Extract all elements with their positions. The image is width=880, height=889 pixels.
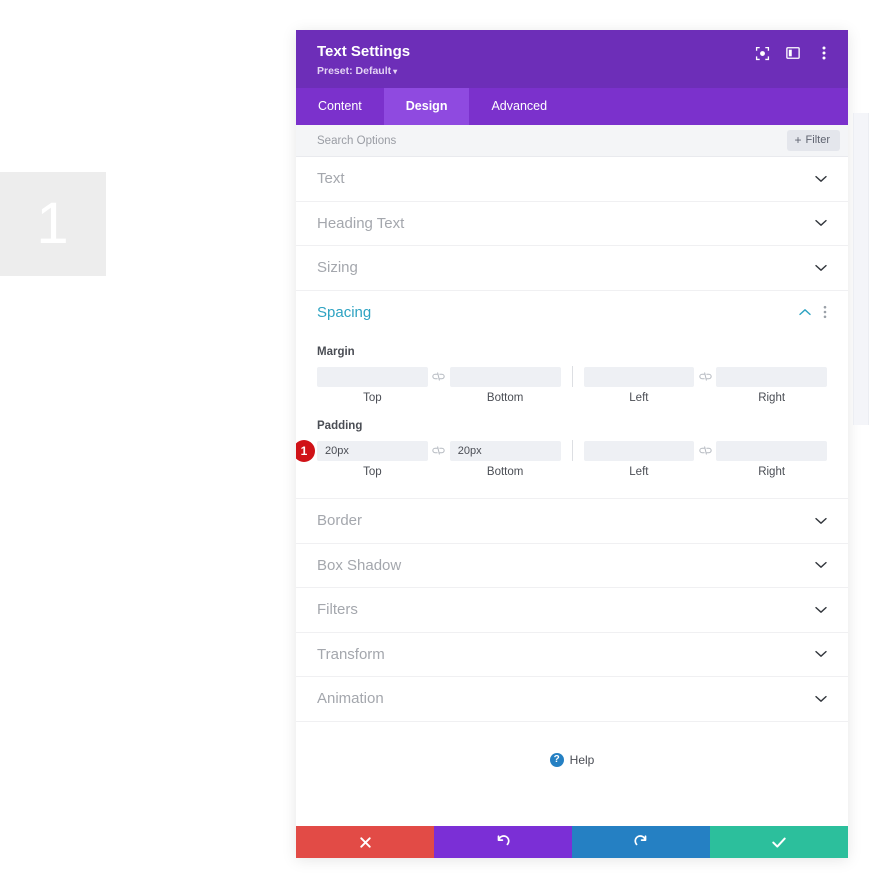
- link-icon[interactable]: [428, 371, 450, 382]
- text-settings-panel: Text Settings Preset: Default ▾ Content …: [296, 30, 848, 858]
- sidebar-section-sizing[interactable]: Sizing: [296, 246, 848, 291]
- close-icon: [359, 836, 371, 848]
- link-icon[interactable]: [428, 445, 450, 456]
- spacing-header-actions: [799, 305, 827, 319]
- section-label: Heading Text: [317, 214, 405, 232]
- margin-label: Margin: [317, 346, 355, 358]
- chevron-up-icon[interactable]: [799, 308, 811, 316]
- redo-button[interactable]: [572, 826, 710, 858]
- chevron-down-icon: [815, 695, 827, 703]
- section-label: Spacing: [317, 303, 372, 321]
- page-step-number: 1: [36, 191, 70, 256]
- section-label: Transform: [317, 645, 385, 663]
- margin-bottom-input[interactable]: [449, 366, 561, 387]
- panel-scrollbar[interactable]: [853, 113, 869, 425]
- sidebar-section-spacing: Spacing Margin Top Bottom Left Right Pad…: [296, 291, 848, 499]
- panel-header-actions: [754, 45, 832, 61]
- filter-button[interactable]: + Filter: [786, 130, 840, 151]
- layout-toggle-icon[interactable]: [785, 45, 801, 61]
- margin-field-group: [317, 366, 827, 387]
- filter-button-label: Filter: [805, 134, 830, 146]
- margin-vertical-group: [317, 366, 561, 387]
- undo-button[interactable]: [434, 826, 572, 858]
- link-icon[interactable]: [694, 371, 716, 382]
- tab-advanced[interactable]: Advanced: [469, 88, 569, 125]
- redo-icon: [634, 835, 648, 849]
- sidebar-section-transform[interactable]: Transform: [296, 633, 848, 677]
- help-row[interactable]: ? Help: [296, 722, 848, 767]
- panel-title: Text Settings: [317, 43, 411, 60]
- margin-top-caption: Top: [363, 392, 382, 404]
- panel-footer: [296, 826, 848, 858]
- padding-vertical-group: [317, 440, 561, 461]
- sidebar-section-box-shadow[interactable]: Box Shadow: [296, 544, 848, 588]
- chevron-down-icon: [815, 219, 827, 227]
- section-label: Filters: [317, 601, 358, 619]
- margin-bottom-caption: Bottom: [486, 392, 524, 404]
- margin-horizontal-group: [583, 366, 827, 387]
- plus-icon: +: [794, 133, 802, 147]
- preset-label: Preset: Default: [317, 65, 392, 77]
- focus-mode-icon[interactable]: [754, 45, 770, 61]
- padding-bottom-input[interactable]: [449, 440, 561, 461]
- spacing-section-header[interactable]: Spacing: [296, 291, 848, 335]
- chevron-down-icon: [815, 175, 827, 183]
- padding-label: Padding: [317, 420, 363, 432]
- sidebar-section-filters[interactable]: Filters: [296, 588, 848, 633]
- section-label: Sizing: [317, 259, 358, 277]
- check-icon: [772, 837, 786, 848]
- link-icon[interactable]: [694, 445, 716, 456]
- chevron-down-icon: [815, 606, 827, 614]
- margin-top-input[interactable]: [317, 366, 428, 387]
- panel-tabs: Content Design Advanced: [296, 88, 848, 125]
- margin-right-input[interactable]: [716, 366, 827, 387]
- chevron-down-icon: [815, 517, 827, 525]
- section-label: Box Shadow: [317, 556, 402, 574]
- chevron-down-icon: ▾: [393, 67, 398, 76]
- more-options-icon[interactable]: [816, 45, 832, 61]
- sidebar-section-text[interactable]: Text: [296, 157, 848, 202]
- page-step-marker: 1: [0, 172, 106, 276]
- padding-field-group: 1: [296, 440, 827, 462]
- panel-body: Text Heading Text Sizing Spacing Margin …: [296, 157, 848, 826]
- margin-left-caption: Left: [629, 392, 649, 404]
- spacing-section-content: Margin Top Bottom Left Right Padding 1 2…: [296, 334, 848, 498]
- section-label: Border: [317, 512, 363, 530]
- panel-header: Text Settings Preset: Default ▾: [296, 30, 848, 88]
- preset-selector[interactable]: Preset: Default ▾: [317, 65, 827, 78]
- tab-content[interactable]: Content: [296, 88, 384, 125]
- margin-right-caption: Right: [758, 392, 786, 404]
- chevron-down-icon: [815, 264, 827, 272]
- padding-captions: Top Bottom Left Right: [317, 465, 827, 480]
- section-label: Text: [317, 170, 345, 188]
- undo-icon: [496, 835, 510, 849]
- chevron-down-icon: [815, 650, 827, 658]
- chevron-down-icon: [815, 561, 827, 569]
- sidebar-section-heading-text[interactable]: Heading Text: [296, 202, 848, 246]
- padding-left-caption: Left: [629, 466, 649, 478]
- padding-top-input[interactable]: [317, 440, 428, 461]
- save-button[interactable]: [710, 826, 848, 858]
- padding-horizontal-group: [583, 440, 827, 461]
- margin-captions: Top Bottom Left Right: [317, 391, 827, 406]
- field-divider: [571, 440, 573, 461]
- section-label: Animation: [317, 690, 384, 708]
- padding-left-input[interactable]: [583, 440, 695, 461]
- padding-top-caption: Top: [363, 466, 382, 478]
- step-badge-1: 1: [296, 440, 315, 462]
- sidebar-section-border[interactable]: Border: [296, 499, 848, 544]
- search-options-row: + Filter: [296, 125, 848, 157]
- field-divider: [571, 366, 573, 387]
- help-icon: ?: [549, 752, 564, 767]
- spacing-more-options-icon[interactable]: [823, 305, 827, 319]
- padding-bottom-caption: Bottom: [486, 466, 524, 478]
- margin-left-input[interactable]: [583, 366, 695, 387]
- sidebar-section-animation[interactable]: Animation: [296, 677, 848, 722]
- cancel-button[interactable]: [296, 826, 434, 858]
- help-label: Help: [569, 752, 595, 767]
- padding-right-input[interactable]: [716, 440, 827, 461]
- padding-right-caption: Right: [758, 466, 786, 478]
- tab-design[interactable]: Design: [383, 88, 470, 125]
- search-input[interactable]: [317, 134, 787, 147]
